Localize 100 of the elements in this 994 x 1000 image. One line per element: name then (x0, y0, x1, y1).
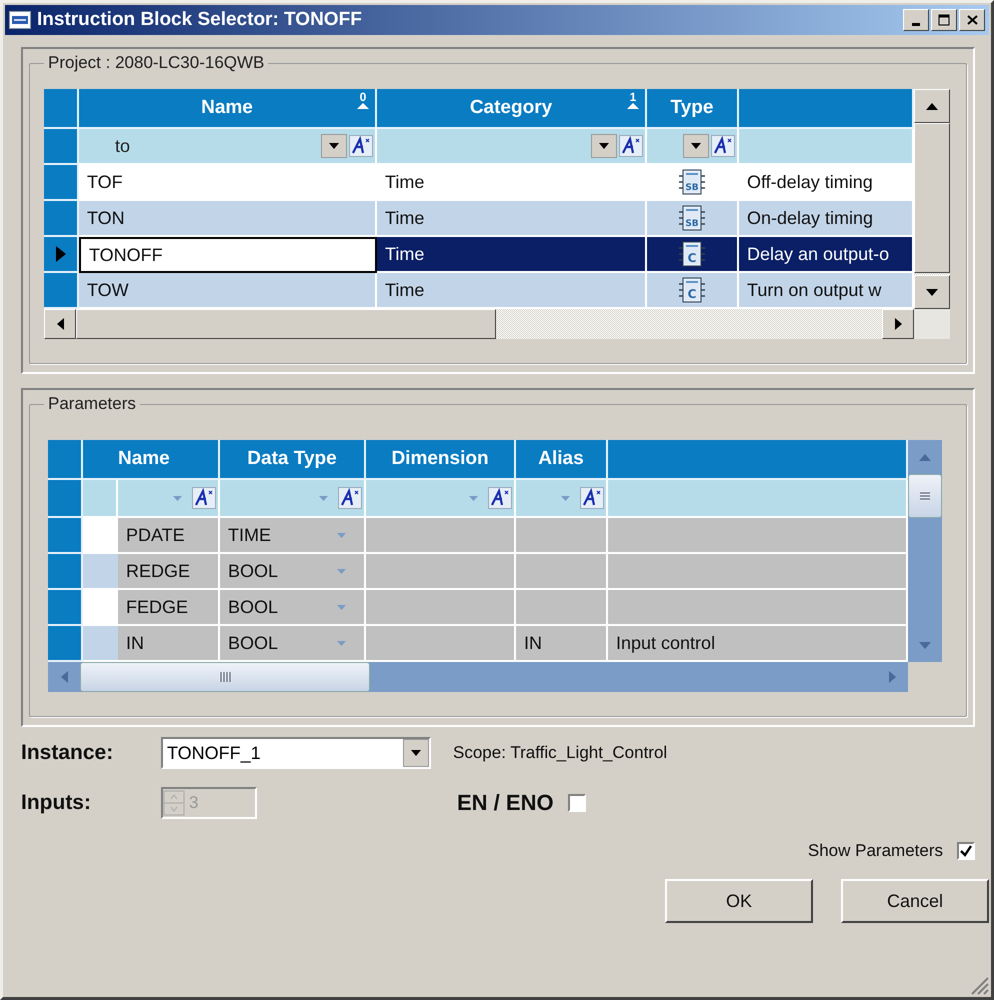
table-cell[interactable] (608, 590, 908, 626)
filter-cell[interactable] (366, 480, 516, 518)
table-cell[interactable]: Time (377, 165, 647, 201)
filter-style-icon[interactable] (488, 487, 512, 509)
instance-value: TONOFF_1 (167, 742, 261, 764)
filter-style-icon[interactable] (580, 487, 604, 509)
caret-icon (329, 143, 339, 149)
table-cell[interactable] (366, 590, 516, 626)
table-cell[interactable]: Input control (608, 626, 908, 662)
scroll-up-icon[interactable] (926, 102, 938, 110)
column-header[interactable]: Dimension (366, 440, 516, 480)
filter-style-icon[interactable] (192, 487, 216, 509)
data-type-value: BOOL (228, 596, 278, 618)
window-title: Instruction Block Selector: TONOFF (37, 9, 363, 31)
filter-cell[interactable] (377, 129, 647, 165)
show-parameters-label: Show Parameters (808, 841, 943, 861)
table-cell[interactable]: BOOL (220, 590, 366, 626)
table-cell[interactable]: TOF (79, 165, 377, 201)
filter-style-icon[interactable] (338, 487, 362, 509)
scroll-right-icon[interactable] (894, 318, 902, 330)
table-cell[interactable]: IN (516, 626, 608, 662)
table-cell[interactable] (366, 626, 516, 662)
table-cell[interactable] (366, 554, 516, 590)
inputs-label: Inputs: (21, 791, 92, 815)
table-cell[interactable]: BOOL (220, 554, 366, 590)
column-header[interactable]: Category 1 (377, 89, 647, 129)
caret-icon (691, 143, 701, 149)
instance-label: Instance: (21, 741, 114, 765)
table-cell[interactable]: TIME (220, 518, 366, 554)
column-header[interactable]: Type (647, 89, 739, 129)
dropdown-button[interactable] (321, 134, 347, 158)
caret-icon (411, 750, 421, 756)
cancel-button[interactable]: Cancel (841, 879, 989, 923)
row-header (44, 89, 79, 129)
table-cell[interactable]: TON (79, 201, 377, 237)
table-cell[interactable]: On-delay timing (739, 201, 914, 237)
filter-cell[interactable] (220, 480, 366, 518)
table-cell[interactable]: Off-delay timing (739, 165, 914, 201)
maximize-button[interactable] (931, 9, 957, 31)
grip-icon (919, 491, 931, 501)
table-cell[interactable]: Delay an output-o (739, 237, 914, 273)
data-type-value: BOOL (228, 632, 278, 654)
scroll-down-icon[interactable] (926, 288, 938, 296)
table-cell[interactable]: TOW (79, 273, 377, 309)
table-cell[interactable]: BOOL (220, 626, 366, 662)
filter-cell (83, 480, 118, 518)
table-cell[interactable]: TONOFF (79, 237, 377, 273)
filter-cell[interactable] (516, 480, 608, 518)
column-header[interactable]: Data Type (220, 440, 366, 480)
grip-icon (219, 671, 231, 683)
filter-cell[interactable]: to (79, 129, 377, 165)
table-cell[interactable]: Time (377, 273, 647, 309)
filter-value: to (114, 136, 132, 156)
close-button[interactable] (959, 9, 985, 31)
sort-indicator: 1 (627, 91, 639, 109)
row-header[interactable] (44, 237, 79, 273)
instance-combo[interactable]: TONOFF_1 (161, 737, 431, 769)
table-cell[interactable]: Time (377, 201, 647, 237)
table-cell[interactable]: Time (377, 237, 647, 273)
table-cell[interactable] (608, 518, 908, 554)
vertical-scrollbar[interactable] (914, 89, 950, 339)
table-cell[interactable] (516, 554, 608, 590)
maximize-icon (938, 14, 950, 26)
table-cell[interactable]: FEDGE (118, 590, 220, 626)
filter-style-icon[interactable] (711, 135, 735, 157)
row-header (44, 129, 79, 165)
filter-style-icon[interactable] (349, 135, 373, 157)
row-header (48, 480, 83, 518)
filter-cell[interactable] (118, 480, 220, 518)
indent-cell (83, 554, 118, 590)
project-label: Project : 2080-LC30-16QWB (47, 53, 266, 73)
filter-cell[interactable] (647, 129, 739, 165)
table-cell[interactable] (516, 518, 608, 554)
indent-cell (83, 518, 118, 554)
show-parameters-checkbox[interactable] (957, 842, 975, 860)
table-cell[interactable] (366, 518, 516, 554)
table-cell[interactable]: Turn on output w (739, 273, 914, 309)
en-eno-checkbox[interactable] (568, 794, 586, 812)
indent-cell (83, 590, 118, 626)
table-cell[interactable]: REDGE (118, 554, 220, 590)
minimize-button[interactable] (903, 9, 929, 31)
header-cell (83, 440, 118, 480)
data-type-value: TIME (228, 524, 271, 546)
minimize-icon (912, 22, 920, 26)
scroll-left-icon[interactable] (56, 318, 64, 330)
column-header[interactable]: Name 0 (79, 89, 377, 129)
table-cell[interactable] (608, 554, 908, 590)
data-type-value: BOOL (228, 560, 278, 582)
column-header[interactable]: Name (118, 440, 220, 480)
table-cell[interactable]: IN (118, 626, 220, 662)
column-header[interactable]: Alias (516, 440, 608, 480)
table-cell[interactable]: PDATE (118, 518, 220, 554)
filter-style-icon[interactable] (619, 135, 643, 157)
dropdown-button[interactable] (591, 134, 617, 158)
horizontal-scrollbar[interactable] (44, 309, 914, 339)
ok-button[interactable]: OK (665, 879, 813, 923)
dropdown-button[interactable] (403, 739, 429, 767)
table-cell[interactable] (516, 590, 608, 626)
dropdown-button[interactable] (683, 134, 709, 158)
caret-icon (599, 143, 609, 149)
